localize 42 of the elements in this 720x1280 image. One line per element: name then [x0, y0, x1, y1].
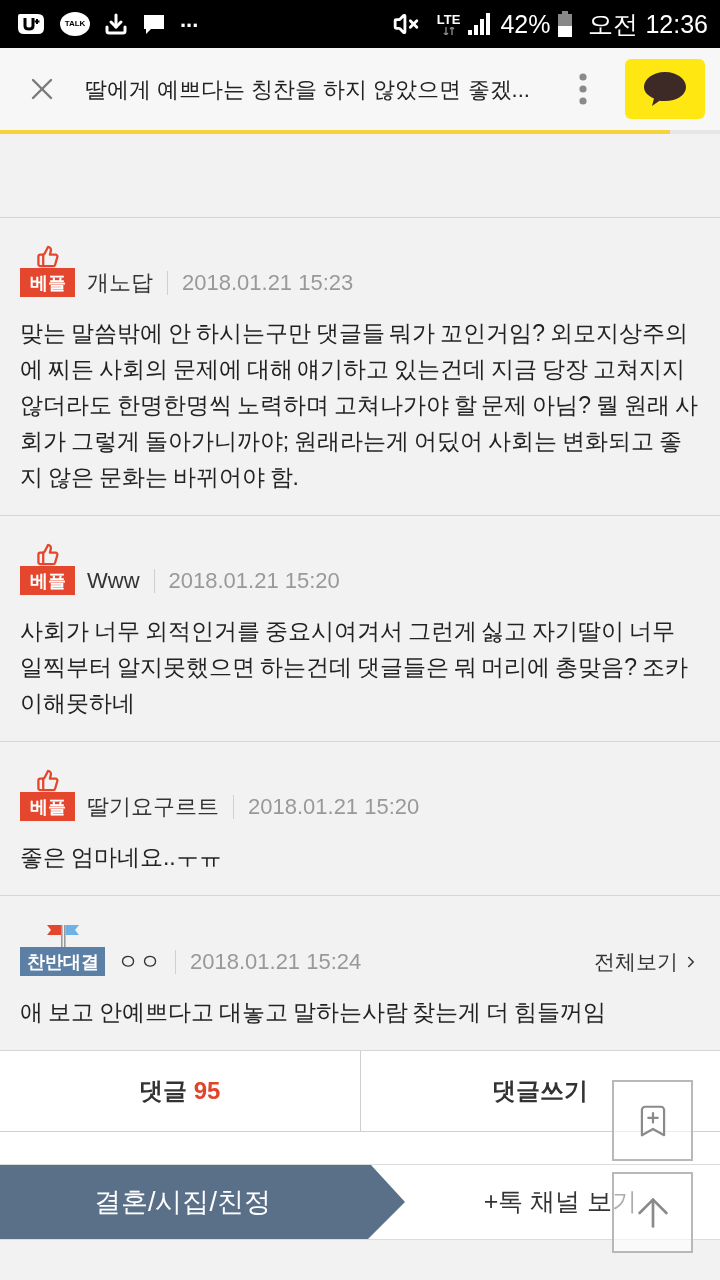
comment-author: 개노답 — [87, 271, 153, 294]
more-channels-button[interactable]: +톡 채널 보기 — [405, 1165, 720, 1239]
speech-bubble-icon — [643, 71, 687, 107]
debate-badge: 찬반대결 — [20, 947, 105, 976]
comment-text: 좋은 엄마네요..ㅜㅠ — [20, 843, 223, 872]
download-icon — [104, 12, 128, 36]
best-badge: 베플 — [20, 792, 75, 821]
app-logo-icon — [16, 11, 46, 37]
comment-date: 2018.01.21 15:20 — [168, 569, 340, 592]
comment-date: 2018.01.21 15:20 — [248, 795, 420, 818]
comment-count-button[interactable]: 댓글 95 — [0, 1051, 361, 1131]
comment-text: 애 보고 안예쁘다고 대놓고 말하는사람 찾는게 더 힘들꺼임 — [20, 998, 608, 1027]
clock-time: 오전 12:36 — [588, 11, 708, 37]
flags-icon — [44, 923, 81, 947]
network-type-label: LTE — [436, 13, 461, 26]
mute-icon — [392, 11, 419, 37]
write-comment-button[interactable]: 댓글쓰기 — [360, 1051, 720, 1131]
comment-author: ㅇㅇ — [117, 950, 161, 973]
kakao-share-button[interactable] — [625, 59, 705, 119]
view-all-link[interactable]: 전체보기 — [594, 951, 700, 972]
thumbs-up-icon — [35, 769, 60, 792]
data-arrows-icon — [442, 27, 455, 35]
comment-text: 사회가 너무 외적인거를 중요시여겨서 그런게 싫고 자기딸이 너무 일찍부터 알지못했으면 하는건데 댓글들은 뭐 머리에 총맞음? 조카 이해못하네 — [20, 617, 690, 718]
comment-text: 맞는 말씀밖에 안 하시는구만 댓글들 뭐가 꼬인거임? 외모지상주의에 찌든 사회의 문제에 대해 얘기하고 있는건데 지금 당장 고쳐지지 않더라도 한명한명씩 노력하며 고쳐나가야 할 문제 아님? 뭘 원래 사회가 그렇게 돌아가니까야; 원래라는게 어딨어 사회는 변화되고 좋지 않은 문화는 바뀌어야 함. — [20, 319, 699, 492]
bookmark-add-button[interactable] — [612, 1080, 693, 1161]
article-title: 딸에게 예쁘다는 칭찬을 하지 않았으면 좋겠... — [85, 75, 530, 104]
more-notifications-label: ... — [180, 9, 199, 31]
battery-percent: 42% — [500, 11, 551, 37]
thumbs-up-icon — [35, 245, 60, 268]
comment-date: 2018.01.21 15:23 — [182, 271, 354, 294]
battery-icon — [558, 11, 573, 37]
talk-badge: TALK — [60, 12, 90, 36]
thumbs-up-icon — [35, 543, 60, 566]
comment-author: 딸기요구르트 — [87, 795, 219, 818]
comment-date: 2018.01.21 15:24 — [190, 950, 362, 973]
best-badge: 베플 — [20, 268, 75, 297]
more-icon — [579, 73, 587, 105]
message-icon — [142, 12, 166, 36]
best-badge: 베플 — [20, 566, 75, 595]
comment-author: Www — [87, 569, 140, 592]
signal-icon — [468, 13, 493, 35]
channel-tab[interactable]: 결혼/시집/친정 — [0, 1165, 405, 1239]
